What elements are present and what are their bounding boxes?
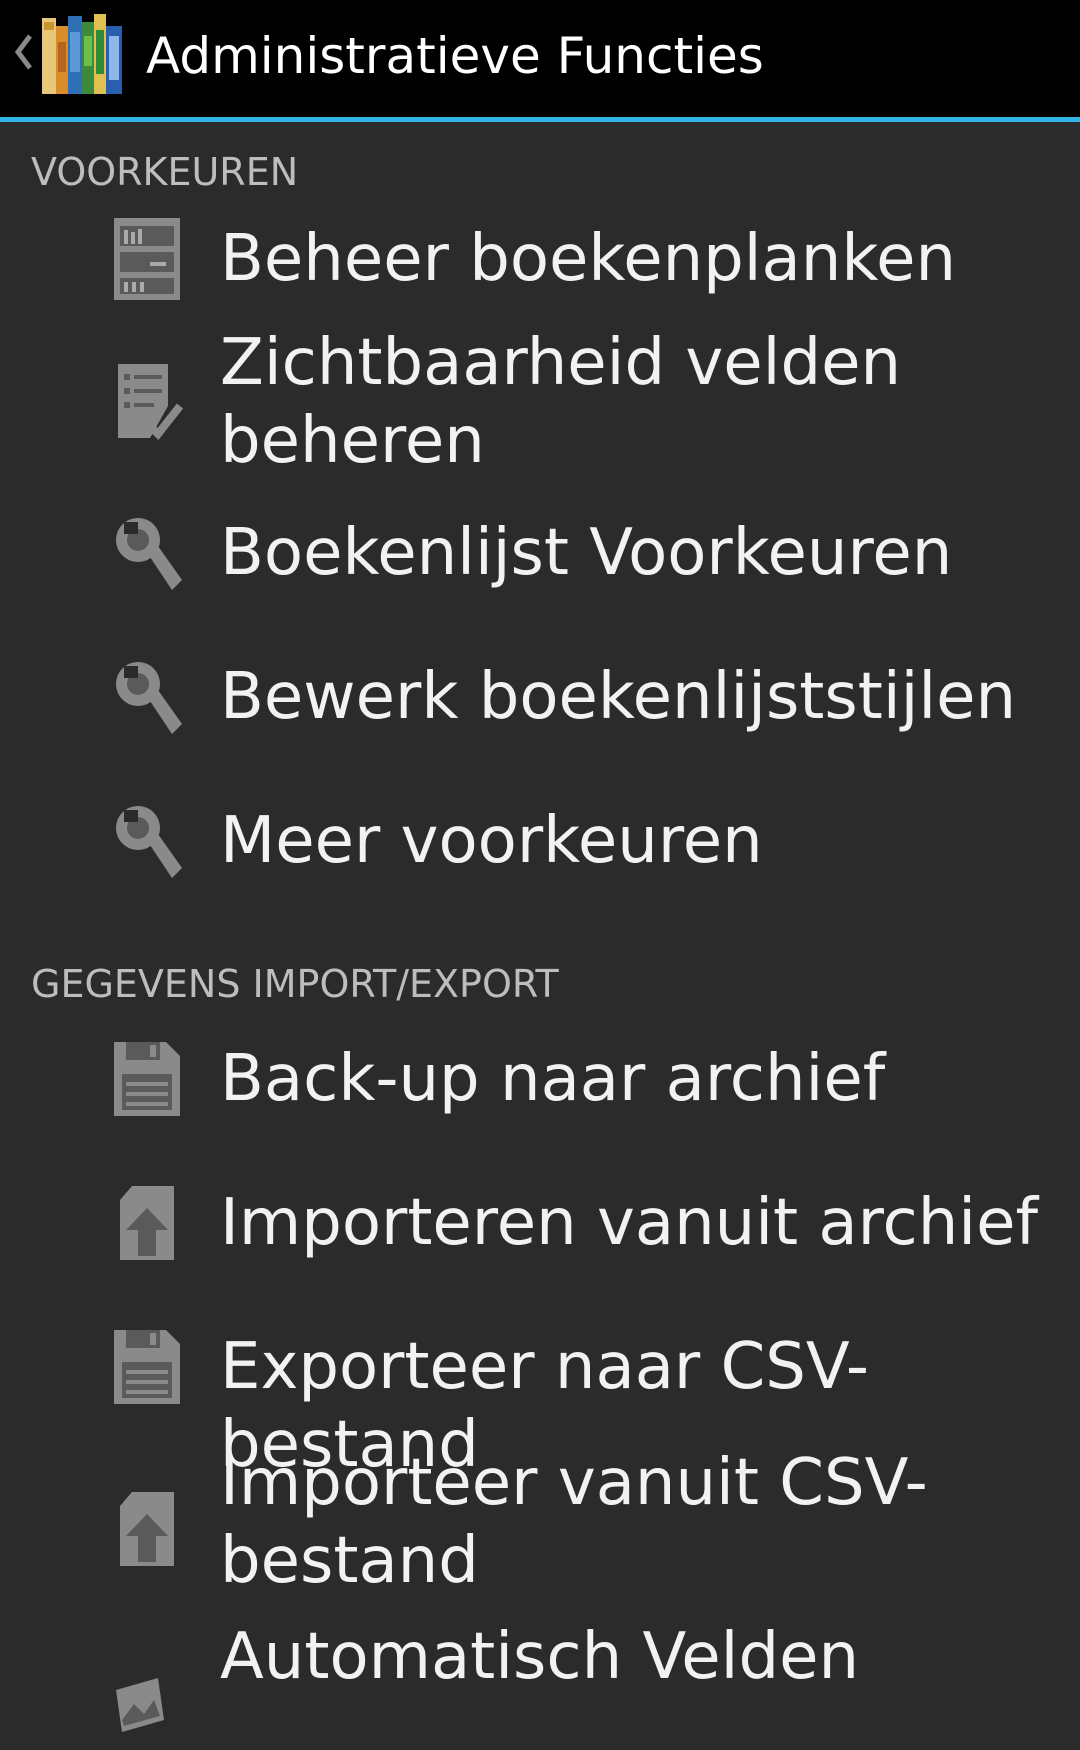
- menu-item-label: Meer voorkeuren: [220, 804, 763, 878]
- section-header-import-export: GEGEVENS IMPORT/EXPORT: [31, 962, 559, 1006]
- wrench-icon: [116, 662, 182, 734]
- action-bar: Administratieve Functies: [0, 0, 1080, 122]
- bookshelf-app-icon[interactable]: [42, 12, 126, 98]
- menu-item-label: Back-up naar archief: [220, 1042, 886, 1116]
- menu-item-label: Automatisch Velden: [220, 1620, 859, 1694]
- checklist-icon: [118, 364, 184, 441]
- menu-item-import-csv[interactable]: Importeer vanuit CSV-bestand: [0, 1446, 1080, 1608]
- menu-item-edit-booklist-styles[interactable]: Bewerk boekenlijststijlen: [0, 638, 1080, 766]
- menu-item-more-preferences[interactable]: Meer voorkeuren: [0, 782, 1080, 910]
- menu-item-backup-archive[interactable]: Back-up naar archief: [0, 1018, 1080, 1146]
- menu-item-booklist-preferences[interactable]: Boekenlijst Voorkeuren: [0, 494, 1080, 622]
- floppy-disk-icon: [114, 1330, 180, 1404]
- wrench-icon: [116, 806, 182, 878]
- bookshelf-icon: [114, 218, 180, 300]
- chevron-left-icon[interactable]: [10, 22, 36, 82]
- menu-item-manage-bookshelves[interactable]: Beheer boekenplanken: [0, 208, 1080, 312]
- page-title: Administratieve Functies: [146, 27, 764, 85]
- menu-item-automatic-fields[interactable]: Automatisch Velden: [0, 1618, 1080, 1732]
- wrench-icon: [116, 518, 182, 590]
- menu-item-export-csv[interactable]: Exporteer naar CSV-bestand: [0, 1306, 1080, 1482]
- menu-item-label: Boekenlijst Voorkeuren: [220, 516, 953, 590]
- menu-item-label: Bewerk boekenlijststijlen: [220, 660, 1017, 734]
- section-header-preferences: VOORKEUREN: [31, 150, 299, 194]
- floppy-disk-icon: [114, 1042, 180, 1116]
- menu-item-label: Beheer boekenplanken: [220, 222, 957, 296]
- import-icon: [120, 1186, 174, 1260]
- menu-item-field-visibility[interactable]: Zichtbaarheid velden beheren: [0, 322, 1080, 482]
- image-icon: [116, 1678, 164, 1732]
- import-icon: [120, 1492, 174, 1566]
- menu-item-import-archive[interactable]: Importeren vanuit archief: [0, 1162, 1080, 1290]
- menu-item-label: Importeren vanuit archief: [220, 1186, 1038, 1260]
- menu-item-label: Importeer vanuit CSV-bestand: [220, 1446, 928, 1598]
- menu-item-label: Zichtbaarheid velden beheren: [220, 326, 901, 478]
